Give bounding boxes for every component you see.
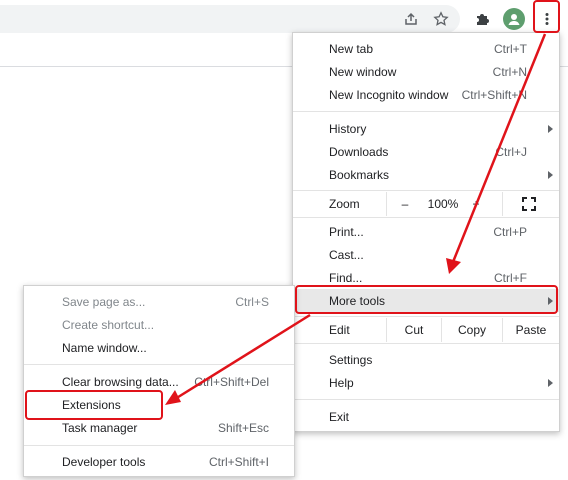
copy-button[interactable]: Copy — [442, 318, 502, 342]
menu-item-label: Task manager — [62, 420, 138, 435]
shortcut-label: Ctrl+J — [495, 144, 527, 159]
menu-item-bookmarks[interactable]: Bookmarks — [293, 163, 559, 186]
menu-item-label: Developer tools — [62, 454, 146, 469]
menu-item-new-window[interactable]: New window Ctrl+N — [293, 60, 559, 83]
row-divider — [502, 192, 503, 216]
menu-separator — [293, 316, 559, 317]
menu-separator — [293, 111, 559, 112]
menu-separator — [293, 343, 559, 344]
menu-item-label: Help — [329, 375, 354, 390]
shortcut-label: Ctrl+S — [235, 294, 269, 309]
submenu-arrow-icon — [548, 378, 553, 387]
annotation-box-more-tools — [295, 285, 558, 314]
menu-item-label: Clear browsing data... — [62, 374, 179, 389]
menu-separator — [293, 217, 559, 218]
menu-separator — [24, 445, 294, 446]
menu-row-zoom: Zoom – 100% + — [293, 192, 559, 216]
menu-row-edit: Edit Cut Copy Paste — [293, 318, 559, 342]
zoom-label: Zoom — [329, 197, 360, 211]
cut-button[interactable]: Cut — [387, 318, 441, 342]
menu-separator — [293, 190, 559, 191]
fullscreen-icon[interactable] — [515, 192, 543, 216]
menu-item-print[interactable]: Print... Ctrl+P — [293, 220, 559, 243]
paste-button[interactable]: Paste — [503, 318, 559, 342]
menu-item-label: New window — [329, 64, 397, 79]
star-icon[interactable] — [430, 8, 452, 30]
menu-item-history[interactable]: History — [293, 117, 559, 140]
menu-item-label: Print... — [329, 224, 364, 239]
menu-item-label: Find... — [329, 270, 363, 285]
submenu-arrow-icon — [548, 170, 553, 179]
menu-item-label: New tab — [329, 41, 374, 56]
puzzle-icon[interactable] — [471, 8, 493, 30]
menu-item-cast[interactable]: Cast... — [293, 243, 559, 266]
chrome-main-menu: New tab Ctrl+T New window Ctrl+N New Inc… — [292, 32, 560, 432]
menu-item-label: Bookmarks — [329, 167, 390, 182]
row-divider — [386, 192, 387, 216]
shortcut-label: Ctrl+Shift+N — [461, 87, 527, 102]
annotation-box-extensions — [25, 390, 163, 420]
submenu-arrow-icon — [548, 124, 553, 133]
address-bar[interactable] — [0, 5, 460, 33]
menu-item-label: Cast... — [329, 247, 364, 262]
menu-item-label: History — [329, 121, 367, 136]
menu-item-label: Settings — [329, 352, 373, 367]
menu-item-label: Name window... — [62, 340, 147, 355]
zoom-in-button[interactable]: + — [465, 192, 487, 216]
menu-separator — [24, 364, 294, 365]
zoom-level-value: 100% — [427, 197, 459, 211]
shortcut-label: Ctrl+F — [494, 270, 527, 285]
submenu-item-name-window[interactable]: Name window... — [24, 336, 294, 359]
menu-item-new-tab[interactable]: New tab Ctrl+T — [293, 37, 559, 60]
menu-item-label: New Incognito window — [329, 87, 449, 102]
edit-label: Edit — [329, 323, 350, 337]
menu-separator — [293, 399, 559, 400]
submenu-item-developer-tools[interactable]: Developer tools Ctrl+Shift+I — [24, 450, 294, 473]
menu-item-exit[interactable]: Exit — [293, 405, 559, 428]
profile-avatar-icon[interactable] — [503, 8, 525, 30]
submenu-item-save-page[interactable]: Save page as... Ctrl+S — [24, 290, 294, 313]
shortcut-label: Ctrl+N — [492, 64, 527, 79]
shortcut-label: Ctrl+Shift+Del — [194, 374, 269, 389]
menu-item-help[interactable]: Help — [293, 371, 559, 394]
menu-item-downloads[interactable]: Downloads Ctrl+J — [293, 140, 559, 163]
shortcut-label: Ctrl+P — [493, 224, 527, 239]
menu-item-label: Downloads — [329, 144, 389, 159]
menu-item-label: Create shortcut... — [62, 317, 155, 332]
menu-item-label: Save page as... — [62, 294, 146, 309]
shortcut-label: Ctrl+Shift+I — [208, 454, 269, 469]
annotation-box-menu-button — [533, 0, 560, 33]
menu-item-settings[interactable]: Settings — [293, 348, 559, 371]
menu-item-label: Exit — [329, 409, 350, 424]
submenu-item-create-shortcut[interactable]: Create shortcut... — [24, 313, 294, 336]
more-tools-submenu: Save page as... Ctrl+S Create shortcut..… — [23, 285, 295, 477]
shortcut-label: Ctrl+T — [494, 41, 527, 56]
menu-item-new-incognito-window[interactable]: New Incognito window Ctrl+Shift+N — [293, 83, 559, 106]
zoom-out-button[interactable]: – — [393, 192, 417, 216]
shortcut-label: Shift+Esc — [217, 420, 269, 435]
share-icon[interactable] — [400, 8, 422, 30]
